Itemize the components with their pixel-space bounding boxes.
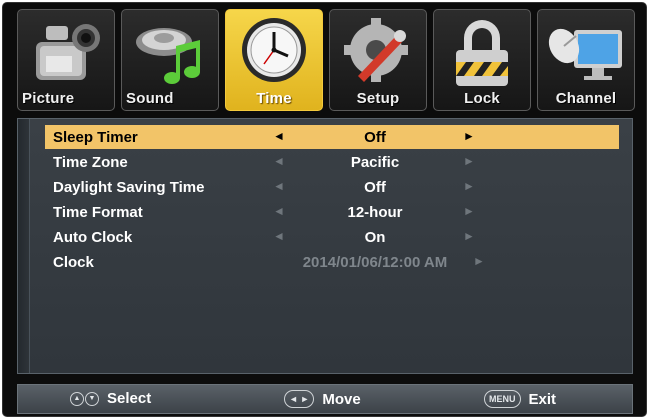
setting-label: Sleep Timer [53, 129, 138, 146]
padlock-icon [456, 20, 508, 86]
panel-side-bar [18, 119, 30, 373]
select-hint: ▲ ▼ Select [70, 390, 151, 407]
left-arrow-icon[interactable]: ◄ [273, 179, 285, 193]
setting-label: Time Zone [53, 154, 128, 171]
setting-label: Auto Clock [53, 229, 133, 246]
select-hint-label: Select [107, 390, 152, 407]
tab-label: Sound [126, 90, 174, 107]
tab-label: Time [256, 90, 292, 107]
right-arrow-icon[interactable]: ► [463, 129, 475, 143]
setting-row-auto-clock[interactable]: Auto Clock ◄ On ► [45, 225, 619, 249]
tab-picture[interactable]: Picture [17, 9, 115, 111]
satellite-dish-icon [548, 28, 622, 80]
tab-time[interactable]: Time [225, 9, 323, 111]
setting-value: 12-hour [347, 204, 403, 221]
menu-key-icon: MENU [484, 390, 521, 408]
exit-hint-label: Exit [528, 390, 557, 408]
tab-label: Setup [356, 90, 400, 107]
setting-label: Daylight Saving Time [53, 179, 205, 196]
left-arrow-icon[interactable]: ◄ [273, 229, 285, 243]
move-hint: ◄ ► Move [284, 390, 361, 408]
clock-icon [242, 18, 306, 82]
tab-label: Picture [22, 90, 75, 107]
setting-value: 2014/01/06/12:00 AM [302, 254, 448, 271]
setting-value: Off [364, 179, 386, 196]
left-arrow-icon[interactable]: ◄ [273, 129, 285, 143]
tab-setup[interactable]: Setup [329, 9, 427, 111]
tab-channel[interactable]: Channel [537, 9, 635, 111]
up-down-keys-icon: ▲ ▼ [70, 391, 99, 406]
right-arrow-icon[interactable]: ► [463, 204, 475, 218]
setting-value: On [364, 229, 386, 246]
right-arrow-icon[interactable]: ► [473, 254, 485, 268]
camera-icon [36, 24, 100, 80]
left-arrow-icon[interactable]: ◄ [273, 204, 285, 218]
right-arrow-icon[interactable]: ► [463, 154, 475, 168]
tab-sound[interactable]: Sound [121, 9, 219, 111]
setting-row-daylight-saving-time[interactable]: Daylight Saving Time ◄ Off ► [45, 175, 619, 199]
right-arrow-icon[interactable]: ► [463, 229, 475, 243]
setting-row-clock[interactable]: Clock 2014/01/06/12:00 AM ► [45, 250, 619, 274]
left-arrow-icon[interactable]: ◄ [273, 154, 285, 168]
tab-label: Channel [555, 90, 617, 107]
tab-label: Lock [464, 90, 500, 107]
key-hint-bar: ▲ ▼ Select ◄ ► Move MENU Exit [17, 384, 633, 414]
gear-wrench-icon [344, 18, 408, 82]
left-right-keys-icon: ◄ ► [284, 390, 315, 408]
tv-menu-frame: Picture Sound Time Setup Lock Channel Sl… [3, 3, 646, 416]
exit-hint: MENU Exit [484, 390, 556, 408]
setting-row-time-format[interactable]: Time Format ◄ 12-hour ► [45, 200, 619, 224]
right-arrow-icon[interactable]: ► [463, 179, 475, 193]
music-note-icon [136, 28, 200, 84]
move-hint-label: Move [322, 390, 361, 408]
setting-label: Time Format [53, 204, 143, 221]
setting-row-sleep-timer[interactable]: Sleep Timer ◄ Off ► [45, 125, 619, 149]
setting-label: Clock [53, 254, 94, 271]
setting-value: Pacific [350, 154, 400, 171]
settings-panel: Sleep Timer ◄ Off ► Time Zone ◄ Pacific … [17, 118, 633, 374]
setting-value: Off [364, 129, 386, 146]
setting-row-time-zone[interactable]: Time Zone ◄ Pacific ► [45, 150, 619, 174]
tab-lock[interactable]: Lock [433, 9, 531, 111]
menu-tabs: Picture Sound Time Setup Lock Channel [17, 9, 635, 113]
